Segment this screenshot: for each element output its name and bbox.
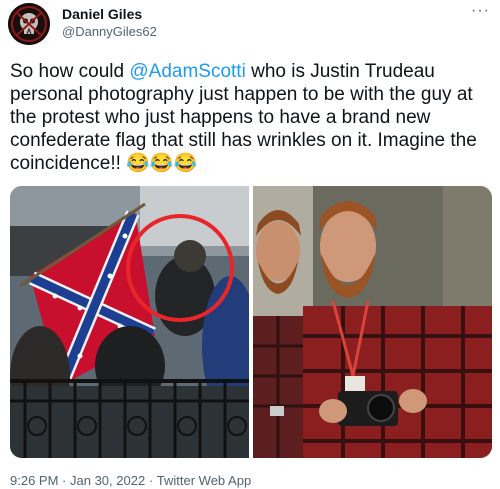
- tweet-source[interactable]: Twitter Web App: [157, 473, 251, 488]
- tweet-card: Daniel Giles @DannyGiles62 ··· So how co…: [0, 0, 500, 489]
- mention-link[interactable]: @AdamScotti: [129, 61, 245, 82]
- tweet-text: So how could @AdamScotti who is Justin T…: [10, 60, 492, 175]
- skull-avatar-icon: [8, 3, 50, 45]
- tweet-text-before: So how could: [10, 61, 130, 82]
- tweet-meta: 9:26 PM · Jan 30, 2022 · Twitter Web App: [10, 473, 251, 488]
- tweet-time[interactable]: 9:26 PM: [10, 473, 58, 488]
- media-grid: [10, 186, 492, 458]
- two-photographers-photo[interactable]: [253, 186, 492, 458]
- meta-separator: ·: [62, 473, 70, 488]
- protest-flag-photo[interactable]: [10, 186, 249, 458]
- author-handle[interactable]: @DannyGiles62: [62, 24, 157, 39]
- meta-separator: ·: [148, 473, 157, 488]
- avatar[interactable]: [8, 3, 50, 45]
- tweet-date[interactable]: Jan 30, 2022: [70, 473, 145, 488]
- author-name[interactable]: Daniel Giles: [62, 6, 142, 22]
- more-dots-icon[interactable]: ···: [471, 2, 490, 20]
- laughing-emoji: 😂😂😂: [126, 153, 198, 174]
